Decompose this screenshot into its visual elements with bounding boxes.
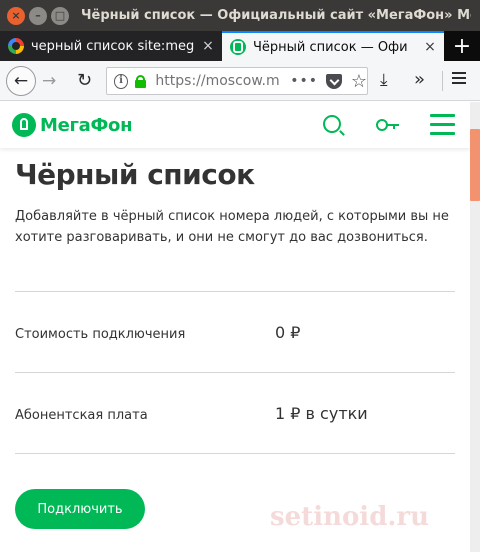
pocket-icon[interactable] bbox=[325, 73, 342, 89]
subscription-fee-label: Абонентская плата bbox=[15, 408, 148, 423]
back-button[interactable]: ← bbox=[6, 66, 36, 96]
window-titlebar: × – □ Чёрный список — Официальный сайт «… bbox=[0, 0, 480, 31]
page-title: Чёрный список bbox=[15, 158, 255, 191]
watermark: setinoid.ru bbox=[270, 502, 430, 532]
megafon-favicon-icon bbox=[230, 39, 246, 55]
window-close-button[interactable]: × bbox=[7, 6, 25, 25]
connection-cost-label: Стоимость подключения bbox=[15, 327, 186, 342]
google-favicon-icon bbox=[8, 38, 24, 54]
page-scrollbar[interactable] bbox=[470, 102, 480, 552]
divider bbox=[15, 453, 455, 454]
reload-button[interactable]: ↻ bbox=[77, 70, 92, 91]
site-info-icon[interactable]: i bbox=[114, 73, 129, 89]
window-controls: × – □ bbox=[0, 6, 69, 25]
divider bbox=[15, 372, 455, 373]
toolbar-divider bbox=[442, 71, 443, 91]
logo-text: МегаФон bbox=[40, 114, 133, 136]
tab-megafon-blacklist[interactable]: Чёрный список — Офи × bbox=[222, 31, 444, 61]
lock-icon[interactable] bbox=[135, 74, 147, 88]
main-content: Чёрный список Добавляйте в чёрный список… bbox=[15, 158, 455, 248]
url-input[interactable]: https://moscow.m bbox=[155, 73, 286, 89]
megafon-logo[interactable]: МегаФон bbox=[12, 113, 133, 137]
tab-close-icon[interactable]: × bbox=[200, 38, 216, 54]
url-bar[interactable]: i https://moscow.m ••• ☆ bbox=[106, 67, 368, 95]
connect-button[interactable]: Подключить bbox=[15, 489, 145, 529]
window-maximize-button[interactable]: □ bbox=[51, 6, 69, 25]
window-minimize-button[interactable]: – bbox=[29, 6, 47, 25]
new-tab-button[interactable]: + bbox=[444, 31, 480, 61]
page-description: Добавляйте в чёрный список номера людей,… bbox=[15, 209, 449, 245]
forward-button[interactable]: → bbox=[42, 71, 56, 91]
download-icon[interactable]: ⤓ bbox=[380, 70, 388, 90]
page-actions-icon[interactable]: ••• bbox=[290, 73, 318, 89]
tab-bar: черный список site:meg × Чёрный список —… bbox=[0, 31, 480, 61]
search-icon[interactable] bbox=[323, 115, 341, 133]
tab-google-search[interactable]: черный список site:meg × bbox=[0, 31, 222, 61]
site-header: МегаФон bbox=[0, 102, 470, 148]
subscription-fee-value: 1 ₽ в сутки bbox=[275, 404, 368, 423]
navigation-toolbar: ← → ↻ i https://moscow.m ••• ☆ ⤓ » bbox=[0, 61, 480, 101]
web-page: МегаФон Чёрный список Добавляйте в чёрны… bbox=[0, 102, 480, 552]
window-title: Чёрный список — Официальный сайт «МегаФо… bbox=[81, 8, 471, 23]
scrollbar-thumb[interactable] bbox=[470, 129, 480, 201]
tab-close-icon[interactable]: × bbox=[422, 39, 438, 55]
key-icon[interactable] bbox=[376, 119, 400, 131]
divider bbox=[15, 291, 455, 292]
tab-label: черный список site:meg bbox=[31, 38, 195, 54]
hamburger-menu-icon[interactable] bbox=[452, 72, 466, 84]
megafon-logo-icon bbox=[12, 113, 36, 137]
toolbar-overflow-icon[interactable]: » bbox=[414, 69, 425, 90]
tab-label: Чёрный список — Офи bbox=[253, 39, 408, 55]
site-menu-icon[interactable] bbox=[430, 114, 455, 135]
connection-cost-value: 0 ₽ bbox=[275, 323, 301, 342]
bookmark-star-icon[interactable]: ☆ bbox=[351, 71, 367, 92]
